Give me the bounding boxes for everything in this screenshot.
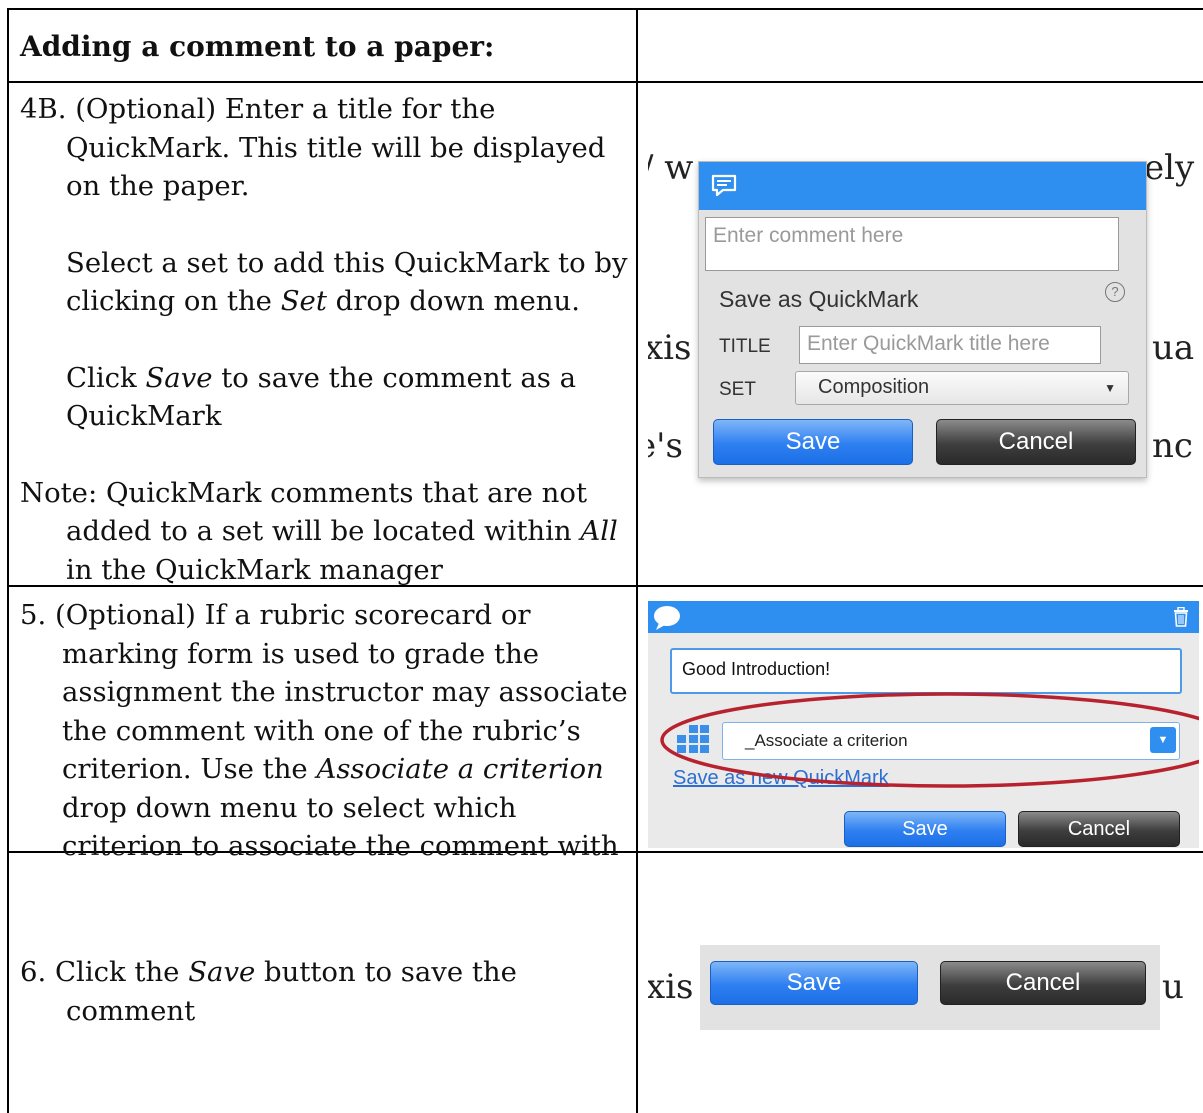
set-dropdown[interactable]: Composition ▼ <box>795 371 1129 405</box>
background-text: / w <box>648 148 694 188</box>
step-5-paragraph: 5. (Optional) If a rubric scorecard or m… <box>20 596 632 866</box>
table-header-title: Adding a comment to a paper: <box>20 30 495 63</box>
step-4b-save-paragraph: Click Save to save the comment as a Quic… <box>20 359 630 436</box>
background-text: u <box>1162 967 1184 1007</box>
step-4b-set-paragraph: Select a set to add this QuickMark to by… <box>20 244 630 321</box>
save-button-screenshot: xis u Save Cancel <box>648 945 1188 1035</box>
save-button[interactable]: Save <box>713 419 913 465</box>
step-4b-set-text-end: drop down menu. <box>335 285 580 317</box>
button-bar: Save Cancel <box>700 945 1160 1030</box>
popup-header <box>699 162 1146 210</box>
background-text: xis <box>648 967 694 1007</box>
help-icon[interactable]: ? <box>1105 282 1125 302</box>
step-6-paragraph: 6. Click the Save button to save the com… <box>20 953 620 1030</box>
background-text: nc <box>1152 426 1193 466</box>
background-text: ua <box>1152 328 1195 368</box>
set-emphasis: Set <box>280 285 327 317</box>
step-6-text-start: 6. Click the <box>20 956 180 988</box>
criterion-screenshot: Good Introduction! _Associate a criterio… <box>648 601 1199 848</box>
save-emphasis: Save <box>145 361 213 394</box>
set-dropdown-value: Composition <box>818 376 930 398</box>
title-placeholder: Enter QuickMark title here <box>807 332 1050 355</box>
save-button[interactable]: Save <box>710 961 918 1005</box>
associate-criterion-emphasis: Associate a criterion <box>316 753 604 785</box>
comment-placeholder: Enter comment here <box>713 224 904 247</box>
comment-popup: Enter comment here Save as QuickMark ? T… <box>698 161 1147 478</box>
save-as-quickmark-label: Save as QuickMark <box>719 286 919 312</box>
table-border-left <box>7 8 9 1113</box>
note-text: Note: QuickMark comments that are not ad… <box>20 476 587 548</box>
comment-input[interactable]: Enter comment here <box>705 217 1119 271</box>
step-6-text: 6. Click the Save button to save the com… <box>20 953 620 1030</box>
save-button[interactable]: Save <box>844 811 1006 847</box>
comment-bubble-icon <box>711 173 737 204</box>
step-5-text-end: drop down menu to select which criterion… <box>62 791 619 863</box>
table-border-top <box>7 8 1203 10</box>
step-4b-note: Note: QuickMark comments that are not ad… <box>20 474 630 590</box>
step-4b-paragraph: 4B. (Optional) Enter a title for the Qui… <box>20 93 606 202</box>
background-text: xis <box>648 328 692 368</box>
step-5-text: 5. (Optional) If a rubric scorecard or m… <box>20 596 632 866</box>
step-4b-text: 4B. (Optional) Enter a title for the Qui… <box>20 90 630 589</box>
note-text-end: in the QuickMark manager <box>66 553 443 586</box>
quickmark-popup-screenshot: / w ely xis ua e's nc Enter comment here… <box>648 136 1199 539</box>
background-text: ely <box>1144 148 1195 188</box>
row-divider <box>7 81 1203 83</box>
cancel-button[interactable]: Cancel <box>936 419 1136 465</box>
background-text: e's <box>648 426 683 466</box>
set-label: SET <box>719 379 756 400</box>
step-4b-save-text-end: to save the comment as a QuickMark <box>66 361 576 433</box>
cancel-button[interactable]: Cancel <box>940 961 1146 1005</box>
step-4b-save-text: Click <box>66 361 137 394</box>
cancel-button[interactable]: Cancel <box>1018 811 1180 847</box>
all-emphasis: All <box>580 515 618 547</box>
dropdown-arrow-icon: ▼ <box>1104 381 1116 395</box>
save-emphasis: Save <box>188 956 256 988</box>
column-divider <box>636 8 638 1113</box>
quickmark-title-input[interactable]: Enter QuickMark title here <box>799 326 1101 364</box>
title-label: TITLE <box>719 336 771 357</box>
